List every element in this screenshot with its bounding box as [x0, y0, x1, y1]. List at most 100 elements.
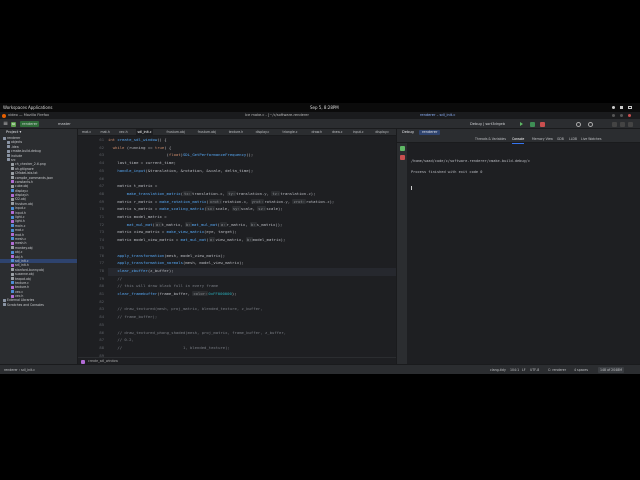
power-icon[interactable]	[628, 106, 632, 109]
status-bar: renderer › sdl_init.c clang-tidy 104:1 L…	[0, 364, 640, 374]
editor-tab[interactable]: mat.h	[99, 129, 112, 135]
close-ide-icon[interactable]	[628, 121, 633, 127]
folder-icon	[7, 158, 10, 162]
focused-window-title: renderer – sdl_init.c	[420, 113, 456, 117]
maximize-ide-icon[interactable]	[620, 121, 625, 127]
file-icon	[11, 219, 14, 223]
volume-icon[interactable]	[620, 106, 623, 109]
editor-tabs: mat.c mat.h vec.h sdl_init.c frustum.obj frus…	[78, 129, 396, 136]
debug-tab[interactable]: Live Watches	[581, 136, 601, 143]
tree-label: vec.c	[15, 289, 24, 294]
line-number: 73	[99, 229, 104, 235]
tree-folder[interactable]: Scratches and Consoles	[0, 303, 77, 307]
close-icon[interactable]	[628, 114, 631, 117]
status-position[interactable]: 104:1	[510, 365, 519, 375]
clock[interactable]: Sep 5, 8:28PM	[310, 103, 339, 112]
file-icon	[11, 241, 14, 245]
editor-tab[interactable]: frustum.obj	[196, 129, 218, 135]
maximize-icon[interactable]	[620, 114, 623, 117]
breadcrumb[interactable]: create_sdl_window	[78, 357, 396, 364]
editor-tab[interactable]: vec.h	[117, 129, 130, 135]
file-icon	[11, 294, 14, 298]
line-number: 80	[99, 283, 104, 289]
window-title-bar: video — Mozilla Firefox Ice make.c - [~/…	[0, 112, 640, 119]
tree-label: objects	[11, 140, 23, 145]
editor-tab[interactable]: frustum.obj	[165, 129, 187, 135]
debug-header: Debug renderer	[397, 129, 640, 136]
file-icon	[11, 281, 14, 285]
editor-tab[interactable]: sdl_init.c	[135, 129, 154, 135]
status-context[interactable]: C: renderer	[548, 365, 566, 375]
rerun-icon[interactable]	[399, 146, 405, 151]
stop-debug-icon[interactable]	[399, 155, 405, 160]
tree-label: sdl_init.c	[15, 258, 29, 263]
debug-tab[interactable]: GDB	[557, 136, 564, 143]
editor-tab[interactable]: input.c	[351, 129, 366, 135]
activities-button[interactable]: Workspaces	[3, 103, 27, 112]
line-number: 68	[99, 190, 104, 196]
editor-tab[interactable]: draw.c	[330, 129, 344, 135]
line-number: 70	[99, 206, 104, 212]
status-lint[interactable]: clang-tidy	[490, 365, 506, 375]
console-output[interactable]: /home/saad/code/c/software-renderer/cmak…	[411, 151, 637, 198]
code-editor[interactable]: int create_sdl_window() { while (running…	[108, 136, 396, 357]
line-number: 88	[99, 344, 104, 350]
firefox-icon	[2, 113, 6, 118]
editor-tab[interactable]: draw.h	[310, 129, 325, 135]
status-indent[interactable]: 4 spaces	[574, 365, 588, 375]
applications-menu[interactable]: Applications	[28, 103, 52, 112]
editor-tab[interactable]: display.c	[254, 129, 272, 135]
minimize-ide-icon[interactable]	[612, 121, 617, 127]
search-icon[interactable]	[576, 121, 581, 127]
main-menu-icon[interactable]: ≡	[3, 121, 9, 127]
debug-side-toolbar	[397, 143, 407, 364]
run-icon[interactable]	[520, 121, 523, 126]
project-switcher[interactable]: renderer	[20, 121, 40, 127]
file-icon	[11, 224, 14, 228]
debug-tab[interactable]: LLDB	[569, 136, 577, 143]
line-number: 77	[99, 260, 104, 266]
editor-tab[interactable]: mat.c	[80, 129, 93, 135]
status-encoding[interactable]: UTF-8	[530, 365, 539, 375]
file-icon	[11, 184, 14, 188]
line-number: 87	[99, 337, 104, 343]
background-window-title[interactable]: video — Mozilla Firefox	[8, 112, 49, 119]
file-icon	[11, 228, 14, 232]
tree-label: input.h	[15, 210, 26, 215]
tree-label: f22.obj	[15, 197, 26, 202]
project-badge: SR	[11, 121, 16, 127]
debug-tab[interactable]: Threads & Variables	[475, 136, 506, 143]
tree-label: monkey.obj	[15, 245, 33, 250]
tree-label: suzanne.obj	[15, 272, 34, 277]
line-number-gutter: 61 62 63 64 65 66 67 68 69 70 71 72 73 74 75 76 77 78 79 80…	[78, 136, 108, 365]
project-panel-header[interactable]: Project ▾	[0, 129, 77, 136]
status-path[interactable]: renderer › sdl_init.c	[4, 365, 35, 375]
gear-icon[interactable]	[588, 121, 593, 127]
console-line: Process finished with exit code 0	[411, 170, 483, 175]
line-number: 65	[99, 167, 104, 173]
folder-icon	[7, 145, 10, 149]
debug-session-tab[interactable]: renderer	[419, 130, 441, 135]
network-icon[interactable]	[612, 106, 615, 109]
line-number: 74	[99, 237, 104, 243]
folder-icon	[7, 140, 10, 144]
memory-indicator[interactable]: 148 of 2048M	[598, 367, 625, 373]
branch-switcher[interactable]: master	[56, 121, 73, 127]
status-line-ending[interactable]: LF	[522, 365, 526, 375]
ide-toolbar: ≡ SR renderer master Debug | sort3drgeb	[0, 119, 640, 129]
editor-tab[interactable]: triangle.c	[281, 129, 300, 135]
editor-tab[interactable]: texture.h	[227, 129, 246, 135]
line-number: 82	[99, 298, 104, 304]
file-icon	[11, 206, 14, 210]
stop-icon[interactable]	[540, 121, 545, 127]
debug-tab[interactable]: Console	[512, 136, 525, 144]
tree-label: sdl_init.h	[15, 263, 29, 268]
debug-icon[interactable]	[530, 121, 535, 127]
minimize-icon[interactable]	[612, 114, 615, 117]
line-number: 67	[99, 183, 104, 189]
editor-tab[interactable]: display.c	[373, 129, 391, 135]
line-number: 75	[99, 244, 104, 250]
tree-label: mat.c	[15, 228, 24, 233]
debug-tab[interactable]: Memory View	[532, 136, 553, 143]
run-configuration[interactable]: Debug | sort3drgeb	[468, 121, 507, 127]
